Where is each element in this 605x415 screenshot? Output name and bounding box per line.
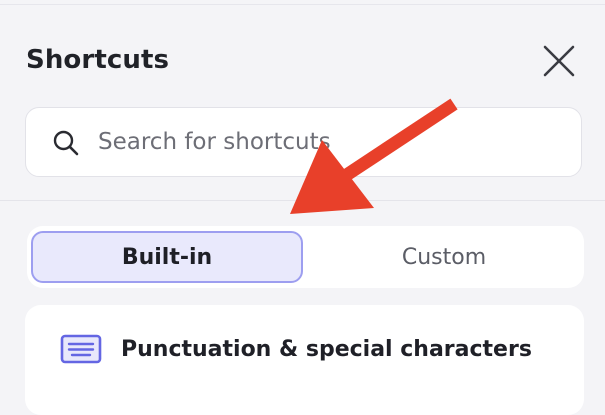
shortcut-type-toggle: Built-in Custom xyxy=(27,226,584,288)
category-card-punctuation[interactable]: Punctuation & special characters xyxy=(25,305,584,415)
search-input[interactable] xyxy=(98,124,568,160)
shortcuts-header: Shortcuts xyxy=(0,5,605,201)
category-title: Punctuation & special characters xyxy=(121,337,532,362)
search-field[interactable] xyxy=(25,107,582,177)
keyboard-icon xyxy=(60,334,102,364)
page-title: Shortcuts xyxy=(26,45,170,75)
search-icon xyxy=(53,130,79,156)
tab-built-in[interactable]: Built-in xyxy=(31,231,303,283)
close-button[interactable] xyxy=(537,39,581,83)
close-icon xyxy=(543,45,575,77)
tab-custom[interactable]: Custom xyxy=(309,231,579,283)
